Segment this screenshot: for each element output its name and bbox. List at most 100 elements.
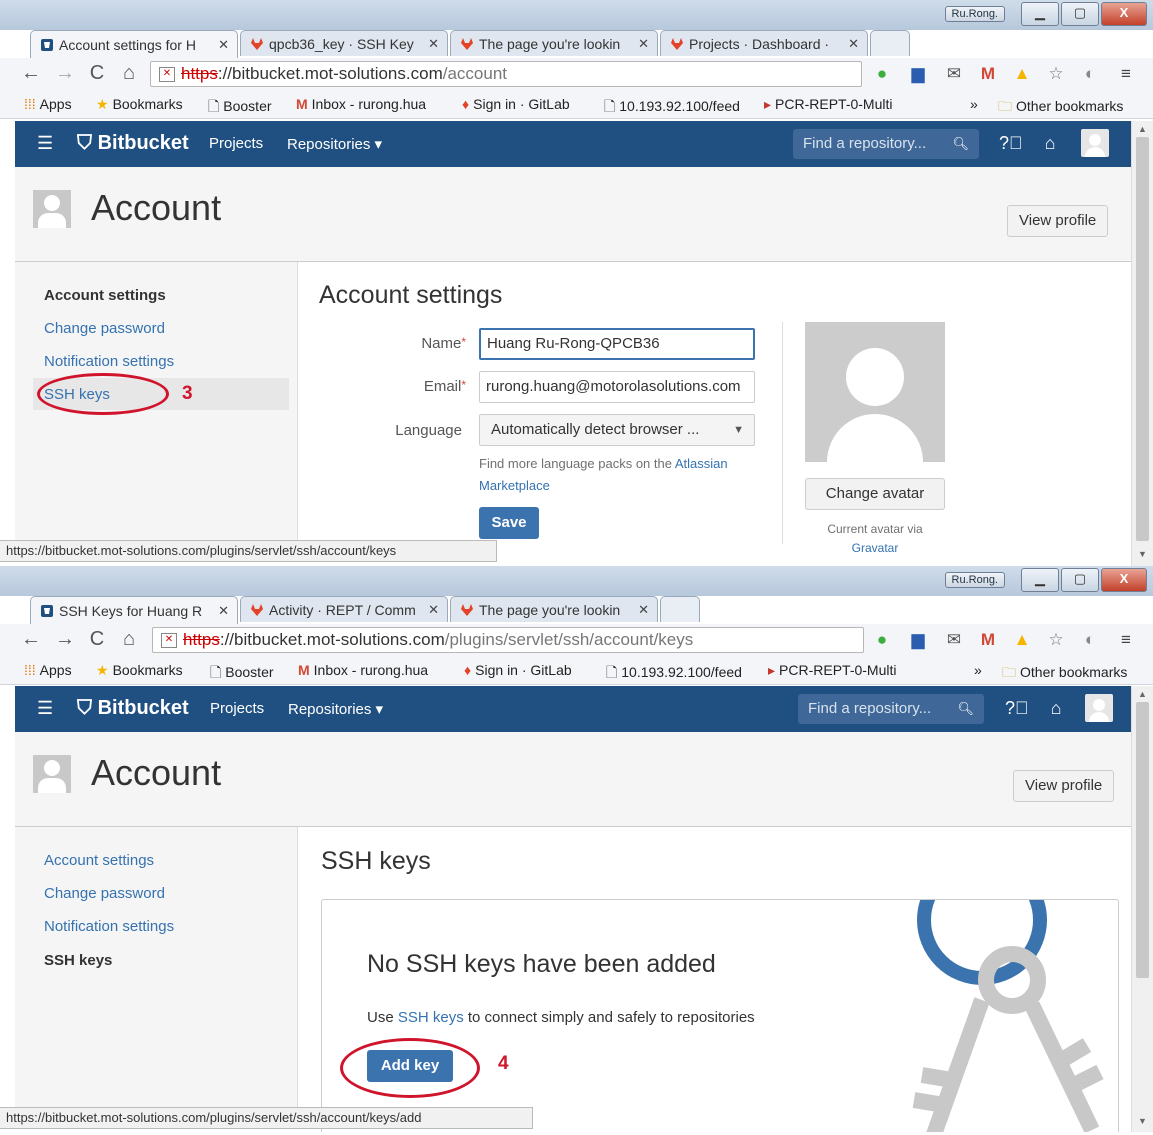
help-icon[interactable]: ?⃝ bbox=[1005, 698, 1029, 719]
bookmarks-overflow[interactable]: » bbox=[974, 662, 982, 678]
extension-circle-icon[interactable]: ◐ bbox=[1080, 630, 1100, 650]
bookmark-apps[interactable]: ⁞⁞⁞ Apps bbox=[24, 96, 72, 112]
maximize-button[interactable]: ▢ bbox=[1061, 2, 1099, 26]
email-field[interactable]: rurong.huang@motorolasolutions.com bbox=[479, 371, 755, 403]
gmail-extension-icon[interactable]: M bbox=[978, 64, 998, 84]
save-button[interactable]: Save bbox=[479, 507, 539, 539]
forward-icon[interactable]: → bbox=[54, 628, 76, 651]
bookmark-inbox[interactable]: M Inbox - rurong.hua bbox=[296, 96, 426, 112]
inbox-icon[interactable]: ⌂ bbox=[1045, 698, 1067, 719]
sidebar-item-ssh-keys[interactable]: SSH keys bbox=[44, 952, 112, 969]
bookmark-pcr[interactable]: ▸ PCR-REPT-0-Multi bbox=[768, 662, 897, 679]
home-icon[interactable]: ⌂ bbox=[118, 628, 140, 651]
help-icon[interactable]: ?⃝ bbox=[999, 133, 1023, 154]
change-avatar-button[interactable]: Change avatar bbox=[805, 478, 945, 510]
minimize-button[interactable]: ▁ bbox=[1021, 568, 1059, 592]
scroll-thumb[interactable] bbox=[1136, 137, 1149, 541]
tab-projects-dashboard[interactable]: Projects · Dashboard · ✕ bbox=[660, 30, 868, 56]
close-window-button[interactable]: X bbox=[1101, 568, 1147, 592]
user-avatar[interactable] bbox=[1081, 129, 1109, 157]
language-select[interactable]: Automatically detect browser ... ▼ bbox=[479, 414, 755, 446]
bookmark-inbox[interactable]: M Inbox - rurong.hua bbox=[298, 662, 428, 678]
nav-repositories[interactable]: Repositories ▾ bbox=[288, 700, 383, 718]
tab-close-icon[interactable]: ✕ bbox=[218, 603, 229, 619]
back-icon[interactable]: ← bbox=[20, 628, 42, 651]
tab-close-icon[interactable]: ✕ bbox=[428, 602, 439, 618]
bookmark-pcr[interactable]: ▸ PCR-REPT-0-Multi bbox=[764, 96, 893, 113]
bookmarks-overflow[interactable]: » bbox=[970, 96, 978, 112]
reload-icon[interactable]: C bbox=[86, 628, 108, 651]
tab-close-icon[interactable]: ✕ bbox=[218, 37, 229, 53]
close-window-button[interactable]: X bbox=[1101, 2, 1147, 26]
tab-close-icon[interactable]: ✕ bbox=[428, 36, 439, 52]
ssh-keys-help-link[interactable]: SSH keys bbox=[398, 1009, 464, 1026]
tab-close-icon[interactable]: ✕ bbox=[848, 36, 859, 52]
calendar-extension-icon[interactable]: ▆ bbox=[908, 630, 928, 650]
drive-extension-icon[interactable]: ▲ bbox=[1012, 64, 1032, 84]
tab-ssh-key[interactable]: qpcb36_key · SSH Key ✕ bbox=[240, 30, 448, 56]
tab-account-settings[interactable]: Account settings for H ✕ bbox=[30, 30, 238, 58]
forward-icon[interactable]: → bbox=[54, 62, 76, 85]
sidebar-item-notification-settings[interactable]: Notification settings bbox=[44, 353, 174, 370]
scroll-up-icon[interactable]: ▲ bbox=[1138, 124, 1147, 134]
view-profile-button[interactable]: View profile bbox=[1007, 205, 1109, 237]
scroll-up-icon[interactable]: ▲ bbox=[1138, 689, 1147, 699]
tab-page-not-found[interactable]: The page you're lookin ✕ bbox=[450, 596, 658, 622]
drive-extension-icon[interactable]: ▲ bbox=[1012, 630, 1032, 650]
sidebar-item-account-settings[interactable]: Account settings bbox=[44, 287, 166, 304]
scroll-down-icon[interactable]: ▼ bbox=[1138, 1116, 1147, 1126]
sidebar-item-notification-settings[interactable]: Notification settings bbox=[44, 918, 174, 935]
scrollbar[interactable]: ▲ ▼ bbox=[1131, 686, 1153, 1132]
bookmark-other[interactable]: 🗀 Other bookmarks bbox=[1002, 662, 1127, 686]
bookmark-bookmarks[interactable]: ★ Bookmarks bbox=[96, 662, 183, 679]
menu-icon[interactable]: ≡ bbox=[1116, 630, 1136, 650]
gravatar-link[interactable]: Gravatar bbox=[852, 541, 899, 555]
nav-projects[interactable]: Projects bbox=[210, 700, 264, 717]
bitbucket-logo[interactable]: ⛉ Bitbucket bbox=[77, 697, 189, 720]
hamburger-menu-icon[interactable]: ☰ bbox=[37, 133, 53, 154]
bookmark-apps[interactable]: ⁞⁞⁞ Apps bbox=[24, 662, 72, 678]
bookmark-bookmarks[interactable]: ★ Bookmarks bbox=[96, 96, 183, 113]
bookmark-booster[interactable]: 🗋 Booster bbox=[210, 662, 274, 686]
new-tab-button[interactable] bbox=[870, 30, 910, 56]
mail-extension-icon[interactable]: ✉ bbox=[944, 630, 964, 650]
repository-search-input[interactable]: Find a repository... 🔍︎ bbox=[793, 129, 979, 159]
tab-close-icon[interactable]: ✕ bbox=[638, 602, 649, 618]
new-tab-button[interactable] bbox=[660, 596, 700, 622]
bookmark-feed[interactable]: 🗋 10.193.92.100/feed bbox=[604, 96, 740, 120]
scroll-thumb[interactable] bbox=[1136, 702, 1149, 978]
extension-circle-icon[interactable]: ◐ bbox=[1080, 64, 1100, 84]
view-profile-button[interactable]: View profile bbox=[1013, 770, 1115, 802]
gmail-extension-icon[interactable]: M bbox=[978, 630, 998, 650]
back-icon[interactable]: ← bbox=[20, 62, 42, 85]
bookmark-feed[interactable]: 🗋 10.193.92.100/feed bbox=[606, 662, 742, 686]
reload-icon[interactable]: C bbox=[86, 62, 108, 85]
bookmark-gitlab[interactable]: ♦ Sign in · GitLab bbox=[462, 96, 570, 112]
sidebar-item-change-password[interactable]: Change password bbox=[44, 320, 165, 337]
bookmark-gitlab[interactable]: ♦ Sign in · GitLab bbox=[464, 662, 572, 678]
star-icon[interactable]: ☆ bbox=[1046, 64, 1066, 84]
nav-repositories[interactable]: Repositories ▾ bbox=[287, 135, 382, 153]
scroll-down-icon[interactable]: ▼ bbox=[1138, 549, 1147, 559]
address-bar[interactable]: ✕ https://bitbucket.mot-solutions.com/pl… bbox=[152, 627, 864, 653]
mail-extension-icon[interactable]: ✉ bbox=[944, 64, 964, 84]
tab-close-icon[interactable]: ✕ bbox=[638, 36, 649, 52]
bookmark-other[interactable]: 🗀 Other bookmarks bbox=[998, 96, 1123, 120]
home-icon[interactable]: ⌂ bbox=[118, 62, 140, 85]
evernote-extension-icon[interactable]: ● bbox=[872, 64, 892, 84]
address-bar[interactable]: ✕ https://bitbucket.mot-solutions.com/ac… bbox=[150, 61, 862, 87]
evernote-extension-icon[interactable]: ● bbox=[872, 630, 892, 650]
bitbucket-logo[interactable]: ⛉ Bitbucket bbox=[77, 132, 189, 155]
tab-ssh-keys[interactable]: SSH Keys for Huang R ✕ bbox=[30, 596, 238, 624]
sidebar-item-change-password[interactable]: Change password bbox=[44, 885, 165, 902]
sidebar-item-account-settings[interactable]: Account settings bbox=[44, 852, 154, 869]
inbox-icon[interactable]: ⌂ bbox=[1039, 133, 1061, 154]
maximize-button[interactable]: ▢ bbox=[1061, 568, 1099, 592]
tab-page-not-found[interactable]: The page you're lookin ✕ bbox=[450, 30, 658, 56]
menu-icon[interactable]: ≡ bbox=[1116, 64, 1136, 84]
calendar-extension-icon[interactable]: ▆ bbox=[908, 64, 928, 84]
bookmark-booster[interactable]: 🗋 Booster bbox=[208, 96, 272, 120]
name-field[interactable]: Huang Ru-Rong-QPCB36 bbox=[479, 328, 755, 360]
minimize-button[interactable]: ▁ bbox=[1021, 2, 1059, 26]
tab-activity[interactable]: Activity · REPT / Comm ✕ bbox=[240, 596, 448, 622]
